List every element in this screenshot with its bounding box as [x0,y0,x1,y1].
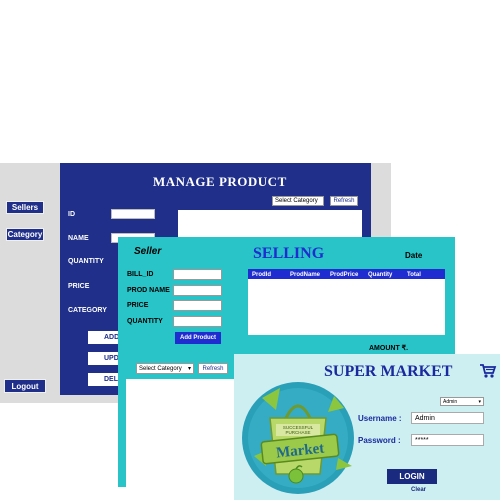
column-header: ProdId [252,272,271,278]
name-label: NAME [68,235,89,242]
market-logo: SUCCESSFUL PURCHASE Market [240,366,360,498]
id-input[interactable] [111,209,155,219]
super-market-title: SUPER MARKET [324,363,453,380]
category-select-value: Select Category [275,198,318,204]
prod-name-input[interactable] [173,285,222,296]
add-product-button[interactable]: Add Product [175,332,221,344]
category-select[interactable]: Select Category ▾ [136,363,194,374]
category-button[interactable]: Category [6,228,44,241]
seller-heading: Seller [134,246,162,257]
password-value: ***** [415,436,429,444]
prod-name-label: PROD NAME [127,287,170,294]
login-window: SUCCESSFUL PURCHASE Market SUPER MARKET … [234,354,500,500]
refresh-button[interactable]: Refresh [198,363,228,374]
clear-link[interactable]: Clear [411,487,426,493]
bill-id-input[interactable] [173,269,222,280]
price-label: PRICE [68,283,90,290]
login-button[interactable]: LOGIN [387,469,437,484]
shopping-cart-icon [479,363,497,379]
quantity-label: QUANTITY [127,318,163,325]
column-header: ProdPrice [330,272,359,278]
bill-table-header: ProdId ProdName ProdPrice Quantity Total [248,269,445,279]
page-title: MANAGE PRODUCT [153,174,287,189]
chevron-down-icon: ▾ [478,398,481,405]
price-label: PRICE [127,302,149,309]
selling-title: SELLING [253,245,325,262]
logout-button[interactable]: Logout [4,379,46,393]
sellers-button[interactable]: Sellers [6,201,44,214]
id-label: ID [68,211,75,218]
quantity-input[interactable] [173,316,222,327]
role-select[interactable]: Admin ▾ [440,397,484,406]
products-table[interactable] [126,379,238,487]
price-input[interactable] [173,300,222,311]
bill-id-label: BILL_ID [127,271,154,278]
role-select-value: Admin [443,398,458,405]
category-label: CATEGORY [68,307,107,314]
username-value: Admin [415,414,435,422]
amount-label: AMOUNT ₹. [369,345,409,352]
username-label: Username : [358,414,402,423]
column-header: ProdName [290,272,321,278]
username-input[interactable]: Admin [411,412,484,424]
refresh-button[interactable]: Refresh [330,196,358,206]
bill-table[interactable] [248,279,445,335]
category-select[interactable]: Select Category [272,196,324,206]
column-header: Quantity [368,272,393,278]
chevron-down-icon: ▾ [187,366,191,372]
svg-text:PURCHASE: PURCHASE [285,430,310,435]
date-label: Date [405,251,423,260]
password-input[interactable]: ***** [411,434,484,446]
password-label: Password : [358,436,401,445]
quantity-label: QUANTITY [68,258,104,265]
column-header: Total [407,272,421,278]
category-select-value: Select Category [139,365,182,372]
